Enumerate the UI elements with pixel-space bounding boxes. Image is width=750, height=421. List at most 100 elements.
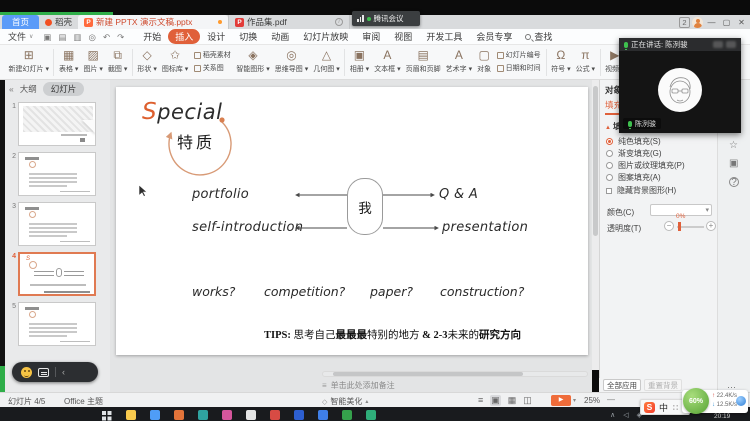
menu-item-插入[interactable]: 插入 xyxy=(168,29,201,44)
taskbar-icon-app-gray[interactable] xyxy=(246,410,256,420)
tab-docer[interactable]: 稻壳 xyxy=(39,15,78,29)
meeting-video-overlay[interactable]: 正在讲话: 陈洌骏 陈洌骏 xyxy=(619,38,741,133)
zoom-level[interactable]: 25% xyxy=(584,396,600,405)
ribbon-button-符号[interactable]: Ω 符号 ▾ xyxy=(551,48,570,74)
ribbon-button-文本框[interactable]: A 文本框 ▾ xyxy=(374,48,400,74)
help-icon[interactable]: ? xyxy=(729,177,739,188)
taskbar-icon-app-lightblue[interactable] xyxy=(318,410,328,420)
ime-menu-icon[interactable] xyxy=(672,403,680,411)
tab-slides[interactable]: 幻灯片 xyxy=(42,81,85,96)
preview-icon[interactable]: ◎ xyxy=(89,29,96,45)
ribbon-button-对象[interactable]: ▢ 对象 xyxy=(477,48,491,74)
ribbon-button-相册[interactable]: ▣ 相册 ▾ xyxy=(350,48,369,74)
hide-background-checkbox[interactable]: 隐藏背景图形(H) xyxy=(606,185,676,196)
tab-document-pptx[interactable]: P 新建 PPTX 演示文稿.pptx xyxy=(78,15,229,29)
taskbar-icon-browser[interactable] xyxy=(150,410,160,420)
menu-item-视图[interactable]: 视图 xyxy=(387,29,419,44)
menu-item-审阅[interactable]: 审阅 xyxy=(355,29,387,44)
meeting-floating-widget[interactable]: 腾讯会议 xyxy=(352,11,420,26)
taskbar-icon-app-pink[interactable] xyxy=(222,410,232,420)
menu-item-切换[interactable]: 切换 xyxy=(232,29,264,44)
slide-thumbnail-1[interactable] xyxy=(18,102,96,146)
taskbar-icon-app-teal2[interactable] xyxy=(366,410,376,420)
horizontal-scrollbar[interactable] xyxy=(322,371,588,377)
ribbon-button-思维导图[interactable]: ◎ 思维导图 ▾ xyxy=(275,48,308,74)
taskbar-icon-app-green[interactable] xyxy=(342,410,352,420)
slide-thumbnail-2[interactable] xyxy=(18,152,96,196)
ribbon-button-页眉和页脚[interactable]: ▤ 页眉和页脚 xyxy=(406,48,441,74)
smart-beautify-button[interactable]: ◇ 智能美化 ▴ xyxy=(322,396,368,407)
ribbon-button-日期和时间[interactable]: 日期和时间 xyxy=(496,63,541,73)
taskbar-icon-app-teal[interactable] xyxy=(198,410,208,420)
close-button[interactable]: ✕ xyxy=(735,18,748,27)
window-count-badge[interactable]: 2 xyxy=(679,16,690,28)
account-avatar[interactable] xyxy=(692,16,703,28)
tab-document-pdf[interactable]: P 作品集.pdf i xyxy=(228,15,351,29)
tab-outline[interactable]: 大纲 xyxy=(20,83,37,95)
tray-expand-icon[interactable]: ∧ xyxy=(610,411,615,419)
theme-name[interactable]: Office 主题 xyxy=(64,396,103,407)
ime-mode[interactable]: 中 xyxy=(659,401,668,414)
undo-icon[interactable]: ↶ xyxy=(103,29,110,45)
slide-canvas[interactable]: Special 特质 portfolio self-introduction Q… xyxy=(116,87,588,355)
ribbon-button-智能图形[interactable]: ◈ 智能图形 ▾ xyxy=(236,48,269,74)
zoom-out-button[interactable]: — xyxy=(607,395,615,404)
panel-switch-icon[interactable]: ▣ xyxy=(729,158,738,169)
sogou-logo-icon[interactable]: S xyxy=(644,401,655,413)
notes-bar[interactable]: ≡ 单击此处添加备注 xyxy=(322,379,588,392)
ribbon-button-新建幻灯片[interactable]: ⊞ 新建幻灯片 ▾ xyxy=(9,48,49,74)
taskbar-icon-file-explorer[interactable] xyxy=(126,410,136,420)
ribbon-button-图标库[interactable]: ✩ 图标库 ▾ xyxy=(162,48,188,74)
collapse-panel-button[interactable]: « xyxy=(9,84,14,94)
slide-thumbnail-3[interactable] xyxy=(18,202,96,246)
transparency-increase-button[interactable]: + xyxy=(706,221,716,231)
ribbon-button-幻灯片编号[interactable]: 幻灯片编号 xyxy=(496,50,541,60)
acceleration-ball[interactable]: 60% xyxy=(683,388,709,414)
tab-home[interactable]: 首页 xyxy=(2,15,40,29)
redo-icon[interactable]: ↷ xyxy=(117,29,124,45)
ribbon-button-图片[interactable]: ▨ 图片 ▾ xyxy=(83,48,102,74)
fill-option-radio[interactable]: 纯色填充(S) xyxy=(606,135,685,147)
slide-thumbnail-5[interactable] xyxy=(18,302,96,346)
taskbar-clock[interactable]: 20:19 xyxy=(714,413,730,420)
menu-item-设计[interactable]: 设计 xyxy=(200,29,232,44)
menu-search[interactable]: 查找 xyxy=(525,30,552,43)
question-text[interactable]: works? xyxy=(192,284,235,299)
print-icon[interactable]: ▥ xyxy=(73,29,81,45)
question-text[interactable]: construction? xyxy=(440,284,524,299)
system-speed-widget[interactable]: 60% ↑ 22.4K/s ↓ 12.5K/s xyxy=(682,388,748,414)
minimize-button[interactable]: — xyxy=(705,18,718,27)
ribbon-button-截图[interactable]: ⧉ 截图 ▾ xyxy=(108,48,127,74)
ribbon-button-关系图[interactable]: 关系图 xyxy=(193,63,231,73)
reset-background-button[interactable]: 重置背景 xyxy=(644,379,682,391)
tips-text[interactable]: TIPS: 思考自己最最最特别的地方 & 2-3未来的研究方向 xyxy=(264,327,521,342)
maximize-button[interactable]: ▢ xyxy=(720,18,733,27)
taskbar-icon-app-red[interactable] xyxy=(270,410,280,420)
menu-item-会员专享[interactable]: 会员专享 xyxy=(469,29,519,44)
fill-option-radio[interactable]: 图片或纹理填充(P) xyxy=(606,159,685,171)
scrollbar-thumb[interactable] xyxy=(593,86,598,236)
ribbon-button-形状[interactable]: ◇ 形状 ▾ xyxy=(137,48,156,74)
chevron-left-icon[interactable]: ‹ xyxy=(62,367,65,377)
slideshow-play-button[interactable]: ▶ xyxy=(551,395,571,406)
ribbon-button-表格[interactable]: ▦ 表格 ▾ xyxy=(59,48,78,74)
ribbon-button-几何图[interactable]: △ 几何图 ▾ xyxy=(313,48,339,74)
chat-icon[interactable] xyxy=(38,367,49,377)
taskbar-icon-app-blue[interactable] xyxy=(294,410,304,420)
emoji-reaction-icon[interactable] xyxy=(21,366,32,378)
question-text[interactable]: paper? xyxy=(370,284,413,299)
star-icon[interactable]: ☆ xyxy=(729,140,738,151)
slide-sorter-icon[interactable]: ▦ xyxy=(508,395,517,406)
notes-view-icon[interactable]: ≡ xyxy=(478,395,483,406)
fill-option-radio[interactable]: 图案填充(A) xyxy=(606,171,685,183)
question-text[interactable]: competition? xyxy=(264,284,345,299)
export-icon[interactable]: ▤ xyxy=(58,29,66,45)
ribbon-button-稻壳素材[interactable]: 稻壳素材 xyxy=(193,50,231,60)
fill-option-radio[interactable]: 渐变填充(G) xyxy=(606,147,685,159)
taskbar-icon-start[interactable] xyxy=(102,411,106,415)
menu-item-开发工具[interactable]: 开发工具 xyxy=(419,29,469,44)
menu-item-幻灯片放映[interactable]: 幻灯片放映 xyxy=(296,29,355,44)
apply-to-all-button[interactable]: 全部应用 xyxy=(603,379,641,391)
transparency-slider[interactable] xyxy=(677,226,704,228)
save-icon[interactable]: ▣ xyxy=(43,29,51,45)
